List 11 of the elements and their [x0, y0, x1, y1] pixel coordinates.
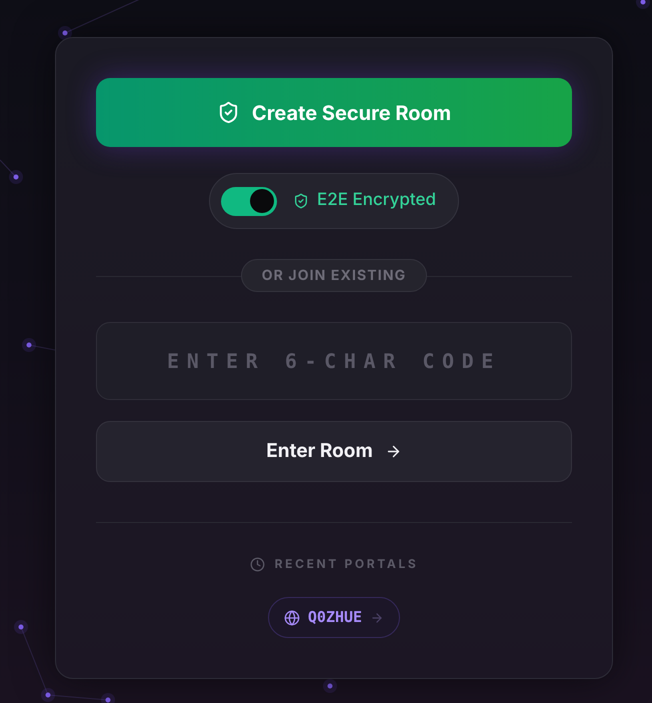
create-room-button[interactable]: Create Secure Room: [96, 78, 572, 147]
recent-heading: RECENT PORTALS: [274, 555, 418, 573]
encryption-label: E2E Encrypted: [316, 189, 436, 212]
encryption-switch[interactable]: [220, 186, 277, 216]
recent-room-chip[interactable]: Q0ZHUE: [268, 597, 400, 638]
room-code-field[interactable]: ENTER 6-CHAR CODE: [96, 322, 572, 400]
globe-icon: [284, 610, 300, 626]
divider-label: OR JOIN EXISTING: [240, 259, 428, 292]
shield-check-icon: [292, 193, 309, 209]
clock-icon: [250, 556, 265, 572]
enter-room-button[interactable]: Enter Room: [96, 421, 572, 482]
